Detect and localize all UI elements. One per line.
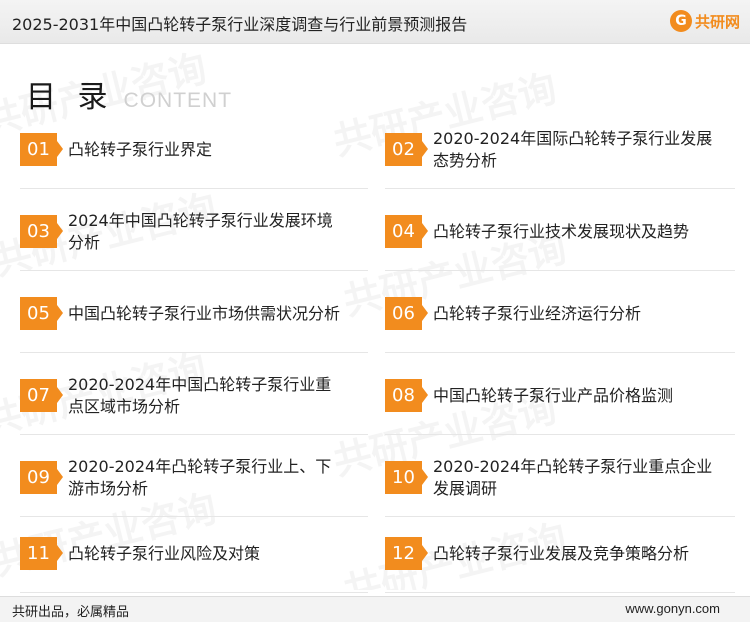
heading-cn: 目 录 <box>26 80 114 115</box>
toc-title: 凸轮转子泵行业风险及对策 <box>68 544 261 563</box>
toc-number: 09 <box>20 461 63 494</box>
heading-en: CONTENT <box>123 89 233 112</box>
divider <box>20 352 368 353</box>
footer-bar: 共研出品，必属精品 www.gonyn.com <box>0 596 750 622</box>
divider <box>20 516 368 517</box>
toc-item-08[interactable]: 08 中国凸轮转子泵行业产品价格监测 <box>385 364 735 438</box>
toc-title: 2020-2024年国际凸轮转子泵行业发展态势分析 <box>433 129 713 170</box>
toc-item-12[interactable]: 12 凸轮转子泵行业发展及竞争策略分析 <box>385 522 735 596</box>
toc-title: 凸轮转子泵行业界定 <box>68 140 213 159</box>
divider <box>20 270 368 271</box>
toc-item-11[interactable]: 11 凸轮转子泵行业风险及对策 <box>20 522 368 596</box>
toc-title: 凸轮转子泵行业技术发展现状及趋势 <box>433 222 690 241</box>
toc-number: 06 <box>385 297 428 330</box>
report-title: 2025-2031年中国凸轮转子泵行业深度调查与行业前景预测报告 <box>12 15 468 34</box>
brand-logo[interactable]: G 共研网 <box>669 10 740 32</box>
toc-number: 02 <box>385 133 428 166</box>
divider <box>385 516 735 517</box>
toc-number: 01 <box>20 133 63 166</box>
toc-number: 05 <box>20 297 63 330</box>
footer-slogan: 共研出品，必属精品 <box>12 605 130 620</box>
brand-name: 共研网 <box>694 12 740 31</box>
toc-item-06[interactable]: 06 凸轮转子泵行业经济运行分析 <box>385 282 735 356</box>
divider <box>20 434 368 435</box>
toc-title: 凸轮转子泵行业发展及竞争策略分析 <box>433 544 690 563</box>
toc-item-03[interactable]: 03 2024年中国凸轮转子泵行业发展环境分析 <box>20 200 368 274</box>
toc-number: 03 <box>20 215 63 248</box>
toc-title: 凸轮转子泵行业经济运行分析 <box>433 304 642 323</box>
toc-item-02[interactable]: 02 2020-2024年国际凸轮转子泵行业发展态势分析 <box>385 118 735 192</box>
divider <box>385 434 735 435</box>
toc-number: 12 <box>385 537 428 570</box>
section-heading: 目 录 CONTENT <box>26 72 232 116</box>
toc-number: 04 <box>385 215 428 248</box>
toc-item-07[interactable]: 07 2020-2024年中国凸轮转子泵行业重点区域市场分析 <box>20 364 368 438</box>
g-logo-icon: G <box>669 10 692 32</box>
divider <box>385 270 735 271</box>
toc-number: 11 <box>20 537 63 570</box>
footer-url[interactable]: www.gonyn.com <box>625 601 720 616</box>
divider <box>385 188 735 189</box>
toc-number: 07 <box>20 379 63 412</box>
divider <box>20 188 368 189</box>
toc-item-05[interactable]: 05 中国凸轮转子泵行业市场供需状况分析 <box>20 282 368 356</box>
divider <box>385 352 735 353</box>
toc-number: 10 <box>385 461 428 494</box>
toc-item-09[interactable]: 09 2020-2024年凸轮转子泵行业上、下游市场分析 <box>20 446 368 520</box>
toc-item-10[interactable]: 10 2020-2024年凸轮转子泵行业重点企业发展调研 <box>385 446 735 520</box>
toc-title: 2020-2024年中国凸轮转子泵行业重点区域市场分析 <box>68 375 332 416</box>
toc-title: 2020-2024年凸轮转子泵行业重点企业发展调研 <box>433 457 713 498</box>
toc-title: 中国凸轮转子泵行业产品价格监测 <box>433 386 674 405</box>
toc-number: 08 <box>385 379 428 412</box>
toc-item-01[interactable]: 01 凸轮转子泵行业界定 <box>20 118 368 192</box>
toc-item-04[interactable]: 04 凸轮转子泵行业技术发展现状及趋势 <box>385 200 735 274</box>
title-bar: 2025-2031年中国凸轮转子泵行业深度调查与行业前景预测报告 G 共研网 <box>0 0 750 44</box>
toc-title: 中国凸轮转子泵行业市场供需状况分析 <box>68 304 341 323</box>
toc-title: 2020-2024年凸轮转子泵行业上、下游市场分析 <box>68 457 332 498</box>
divider <box>20 592 368 593</box>
toc-title: 2024年中国凸轮转子泵行业发展环境分析 <box>68 211 333 252</box>
divider <box>385 592 735 593</box>
